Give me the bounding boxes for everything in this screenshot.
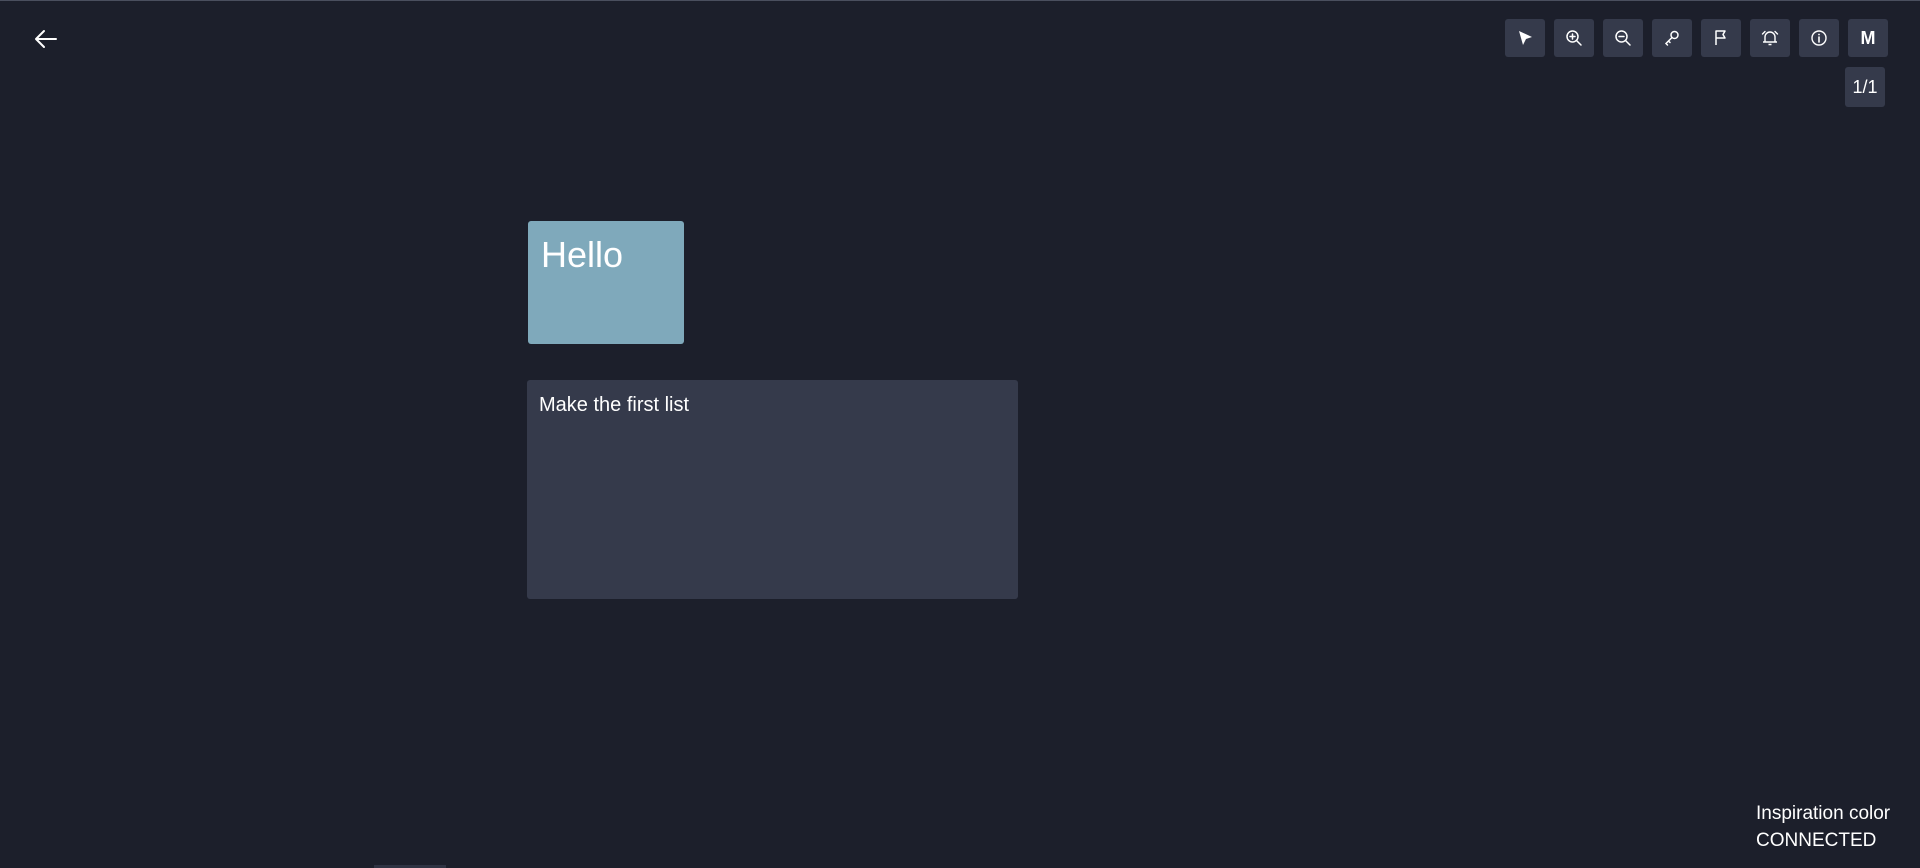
zoom-in-icon: [1566, 30, 1582, 46]
zoom-in-button[interactable]: [1554, 19, 1594, 57]
list-card[interactable]: Make the first list: [527, 380, 1018, 599]
board-canvas[interactable]: M 1/1 Hello Make the first list Inspirat…: [0, 0, 1920, 868]
alarm-button[interactable]: [1750, 19, 1790, 57]
alarm-icon: [1761, 30, 1779, 46]
cursor-arrow-icon: [1519, 31, 1532, 45]
sticky-note[interactable]: Hello: [528, 221, 684, 344]
status-line-2: CONNECTED: [1756, 830, 1877, 851]
page-counter: 1/1: [1845, 67, 1885, 107]
zoom-out-icon: [1615, 30, 1631, 46]
status-line-1: Inspiration color: [1756, 803, 1891, 824]
zoom-out-button[interactable]: [1603, 19, 1643, 57]
key-icon: [1664, 30, 1679, 46]
user-avatar-button[interactable]: M: [1848, 19, 1888, 57]
select-tool-button[interactable]: [1505, 19, 1545, 57]
info-icon: [1811, 30, 1827, 46]
page-counter-text: 1/1: [1852, 76, 1878, 97]
list-title: Make the first list: [539, 394, 690, 416]
arrow-left-icon: [35, 30, 57, 48]
keys-button[interactable]: [1652, 19, 1692, 57]
back-button[interactable]: [28, 25, 64, 53]
toolbar: M: [1505, 19, 1888, 57]
info-button[interactable]: [1799, 19, 1839, 57]
flag-icon: [1715, 30, 1726, 45]
flag-button[interactable]: [1701, 19, 1741, 57]
sticky-note-text: Hello: [541, 234, 624, 275]
connection-status: Inspiration color CONNECTED: [1756, 800, 1890, 854]
user-initial: M: [1860, 27, 1876, 48]
